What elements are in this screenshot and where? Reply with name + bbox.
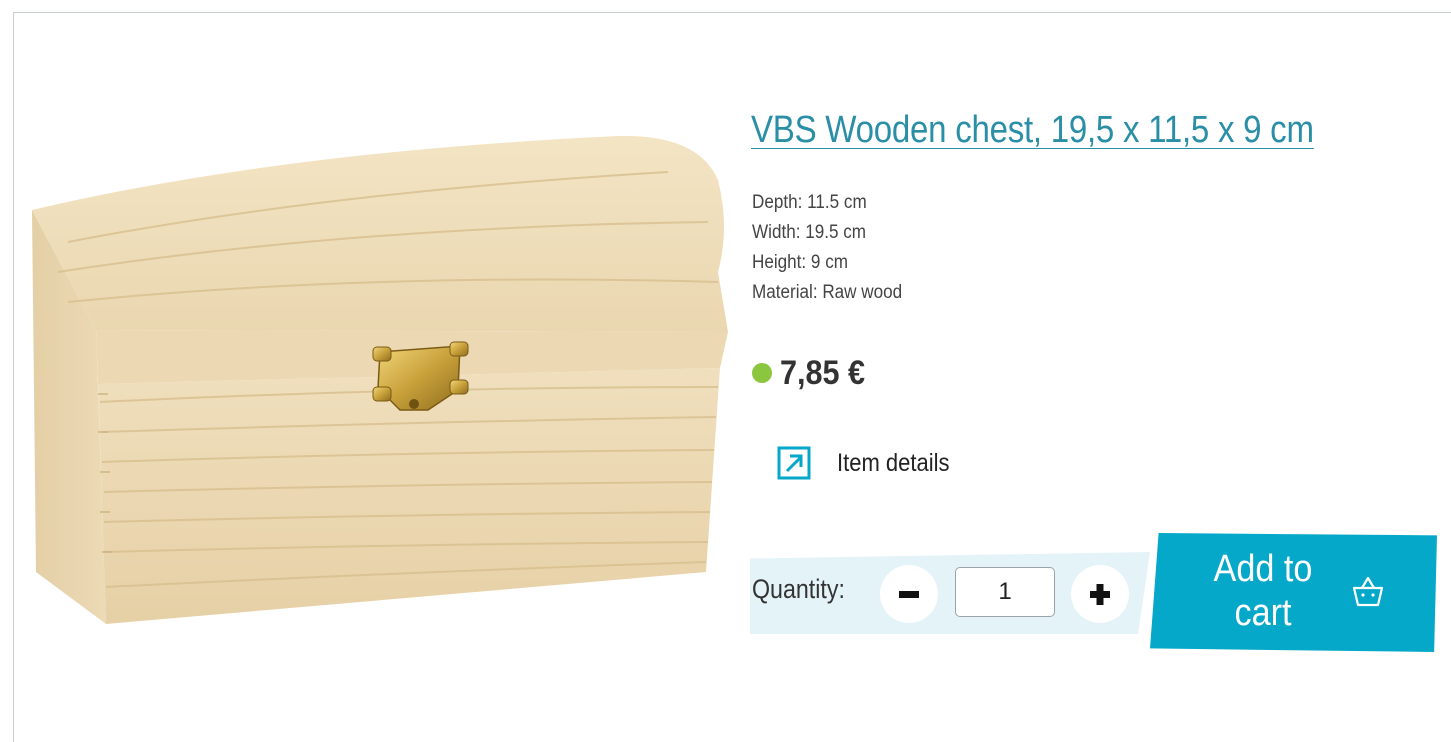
spec-height: Height: 9 cm [752,252,848,273]
spec-depth: Depth: 11.5 cm [752,192,867,213]
product-image[interactable] [28,132,740,630]
quantity-input[interactable] [955,567,1055,617]
product-specs: Depth: 11.5 cm Width: 19.5 cm Height: 9 … [752,188,919,308]
add-to-cart-button[interactable]: Add to cart [1150,533,1437,652]
availability-dot [752,363,772,383]
price-row: 7,85 € [752,348,875,398]
item-details-link[interactable]: Item details [777,444,965,482]
basket-icon [1352,576,1384,607]
plus-icon [1090,584,1110,605]
product-price: 7,85 € [780,353,866,392]
product-title-link[interactable]: VBS Wooden chest, 19,5 x 11,5 x 9 cm [751,104,1351,156]
minus-icon [899,591,919,598]
item-details-label: Item details [837,448,950,477]
spec-width: Width: 19.5 cm [752,222,867,243]
add-to-cart-label: Add to cart [1213,548,1313,634]
quantity-decrement-button[interactable] [880,565,938,623]
external-link-arrow-icon [777,446,811,480]
quantity-label: Quantity: [752,574,845,604]
spec-material: Material: Raw wood [752,282,903,303]
quantity-increment-button[interactable] [1071,565,1129,623]
